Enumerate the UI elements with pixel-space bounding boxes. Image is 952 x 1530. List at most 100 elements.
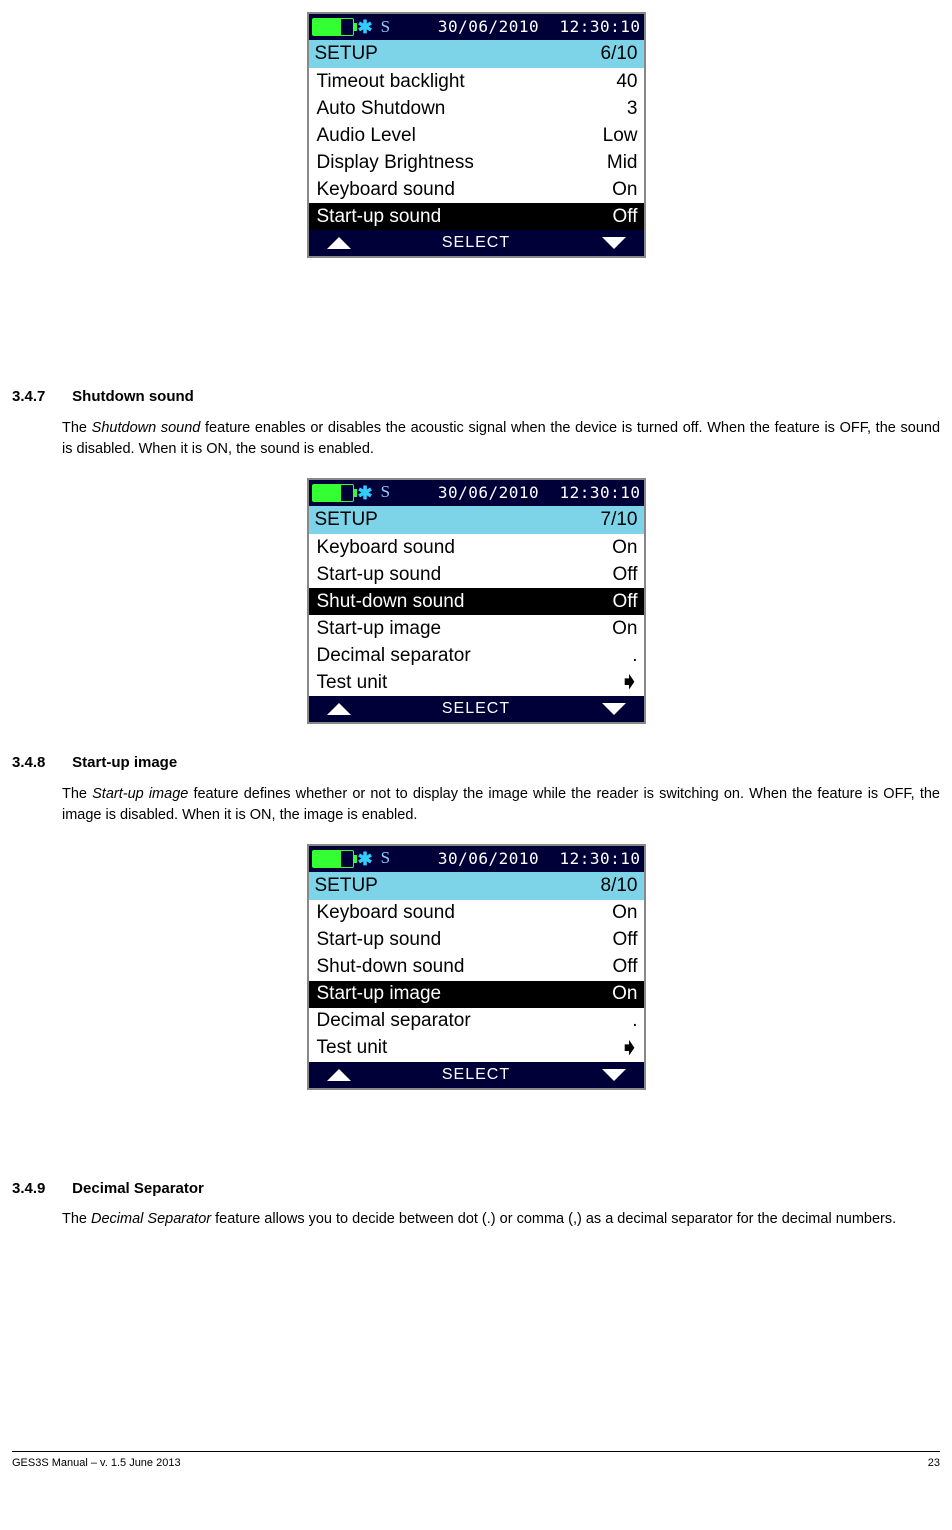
- setup-title-bar: SETUP 8/10: [309, 872, 644, 900]
- signal-indicator: S: [381, 480, 390, 505]
- soft-key-bar: SELECT: [309, 1062, 644, 1088]
- select-softkey[interactable]: SELECT: [442, 1063, 510, 1086]
- status-bar: ✱ S 30/06/2010 12:30:10: [309, 14, 644, 40]
- menu-item-label: Start-up sound: [317, 561, 442, 589]
- device-screenshot-3: ✱ S 30/06/2010 12:30:10 SETUP 8/10 Keybo…: [307, 844, 646, 1090]
- nav-down-icon[interactable]: [602, 1069, 626, 1081]
- menu-item-label: Shut-down sound: [317, 953, 465, 981]
- menu-item-value: 3: [627, 95, 638, 123]
- menu-item-label: Keyboard sound: [317, 176, 455, 204]
- device-screenshot-2: ✱ S 30/06/2010 12:30:10 SETUP 7/10 Keybo…: [307, 478, 646, 724]
- menu-item[interactable]: Start-up soundOff: [309, 203, 644, 230]
- menu-item-label: Keyboard sound: [317, 534, 455, 562]
- menu-item[interactable]: Start-up sound Off: [309, 561, 644, 588]
- setup-label: SETUP: [315, 40, 378, 68]
- menu-item-label: Audio Level: [317, 122, 416, 150]
- setup-label: SETUP: [315, 506, 378, 534]
- menu-item-value: .: [632, 1007, 637, 1035]
- battery-icon: [312, 850, 354, 868]
- menu-item-value: Mid: [607, 149, 638, 177]
- menu-item-value: 40: [616, 68, 637, 96]
- section-heading-348: 3.4.8 Start-up image: [12, 752, 940, 774]
- menu-item[interactable]: Start-up image On: [309, 981, 644, 1008]
- battery-icon: [312, 18, 354, 36]
- menu-item[interactable]: Keyboard sound On: [309, 534, 644, 561]
- menu-item[interactable]: Start-up imageOn: [309, 615, 644, 642]
- section-heading-347: 3.4.7 Shutdown sound: [12, 386, 940, 408]
- nav-down-icon[interactable]: [602, 237, 626, 249]
- menu-item-value: Off: [613, 926, 638, 954]
- menu-item-value: On: [612, 899, 637, 927]
- menu-item-label: Test unit: [317, 669, 388, 697]
- select-softkey[interactable]: SELECT: [442, 231, 510, 254]
- signal-indicator: S: [381, 15, 390, 40]
- menu-item-label: Shut-down sound: [317, 588, 465, 616]
- footer-page-number: 23: [928, 1456, 940, 1472]
- section-body-348: The Start-up image feature defines wheth…: [62, 784, 940, 826]
- setup-title-bar: SETUP 6/10: [309, 40, 644, 68]
- menu-item[interactable]: Keyboard sound On: [309, 900, 644, 927]
- menu-item[interactable]: Timeout backlight 40: [309, 68, 644, 95]
- menu-item-label: Timeout backlight: [317, 68, 465, 96]
- menu-item[interactable]: Display Brightness Mid: [309, 149, 644, 176]
- menu-item-label: Decimal separator: [317, 1007, 471, 1035]
- menu-item-label: Test unit: [317, 1034, 388, 1062]
- nav-up-icon[interactable]: [327, 1069, 351, 1081]
- page-footer: GES3S Manual – v. 1.5 June 2013 23: [12, 1451, 940, 1472]
- menu-item[interactable]: Test unit ➧: [309, 669, 644, 696]
- menu-item[interactable]: Decimal separator.: [309, 1008, 644, 1035]
- battery-icon: [312, 484, 354, 502]
- menu-item-value: Off: [613, 588, 638, 616]
- menu-item-value: On: [612, 534, 637, 562]
- page-indicator: 8/10: [601, 872, 638, 900]
- menu-item-value: On: [612, 980, 637, 1008]
- setup-label: SETUP: [315, 872, 378, 900]
- menu-item[interactable]: Keyboard sound On: [309, 176, 644, 203]
- menu-item-label: Display Brightness: [317, 149, 474, 177]
- menu-item-label: Decimal separator: [317, 642, 471, 670]
- nav-up-icon[interactable]: [327, 237, 351, 249]
- bluetooth-icon: ✱: [358, 846, 373, 872]
- submenu-arrow-icon: ➧: [619, 668, 639, 697]
- menu-item[interactable]: Decimal separator.: [309, 642, 644, 669]
- menu-item-value: Off: [613, 953, 638, 981]
- menu-item-label: Start-up image: [317, 615, 442, 643]
- device-screenshot-1: ✱ S 30/06/2010 12:30:10 SETUP 6/10 Timeo…: [307, 12, 646, 258]
- page-indicator: 7/10: [601, 506, 638, 534]
- date-time: 30/06/2010 12:30:10: [438, 847, 641, 870]
- submenu-arrow-icon: ➧: [619, 1034, 639, 1063]
- status-bar: ✱ S 30/06/2010 12:30:10: [309, 480, 644, 506]
- select-softkey[interactable]: SELECT: [442, 697, 510, 720]
- menu-item-label: Auto Shutdown: [317, 95, 446, 123]
- soft-key-bar: SELECT: [309, 696, 644, 722]
- section-heading-349: 3.4.9 Decimal Separator: [12, 1178, 940, 1200]
- footer-left: GES3S Manual – v. 1.5 June 2013: [12, 1456, 181, 1472]
- menu-item[interactable]: Start-up sound Off: [309, 927, 644, 954]
- menu-list: Keyboard soundOnStart-up soundOffShut-do…: [309, 534, 644, 696]
- menu-item-label: Start-up image: [317, 980, 442, 1008]
- nav-down-icon[interactable]: [602, 703, 626, 715]
- soft-key-bar: SELECT: [309, 230, 644, 256]
- bluetooth-icon: ✱: [358, 480, 373, 506]
- menu-item[interactable]: Test unit ➧: [309, 1035, 644, 1062]
- date-time: 30/06/2010 12:30:10: [438, 15, 641, 38]
- menu-item-value: .: [632, 642, 637, 670]
- menu-item-value: On: [612, 176, 637, 204]
- menu-list: Keyboard soundOnStart-up soundOffShut-do…: [309, 900, 644, 1062]
- menu-item[interactable]: Audio Level Low: [309, 122, 644, 149]
- bluetooth-icon: ✱: [358, 14, 373, 40]
- menu-item-label: Start-up sound: [317, 926, 442, 954]
- menu-item[interactable]: Shut-down sound Off: [309, 954, 644, 981]
- menu-item[interactable]: Shut-down sound Off: [309, 588, 644, 615]
- nav-up-icon[interactable]: [327, 703, 351, 715]
- menu-item-label: Keyboard sound: [317, 899, 455, 927]
- date-time: 30/06/2010 12:30:10: [438, 481, 641, 504]
- menu-item[interactable]: Auto Shutdown 3: [309, 95, 644, 122]
- section-body-349: The Decimal Separator feature allows you…: [62, 1209, 940, 1230]
- menu-item-value: Low: [603, 122, 638, 150]
- signal-indicator: S: [381, 846, 390, 871]
- menu-item-value: Off: [613, 561, 638, 589]
- menu-item-value: Off: [613, 203, 638, 231]
- setup-title-bar: SETUP 7/10: [309, 506, 644, 534]
- menu-list: Timeout backlight40Auto Shutdown3Audio L…: [309, 68, 644, 230]
